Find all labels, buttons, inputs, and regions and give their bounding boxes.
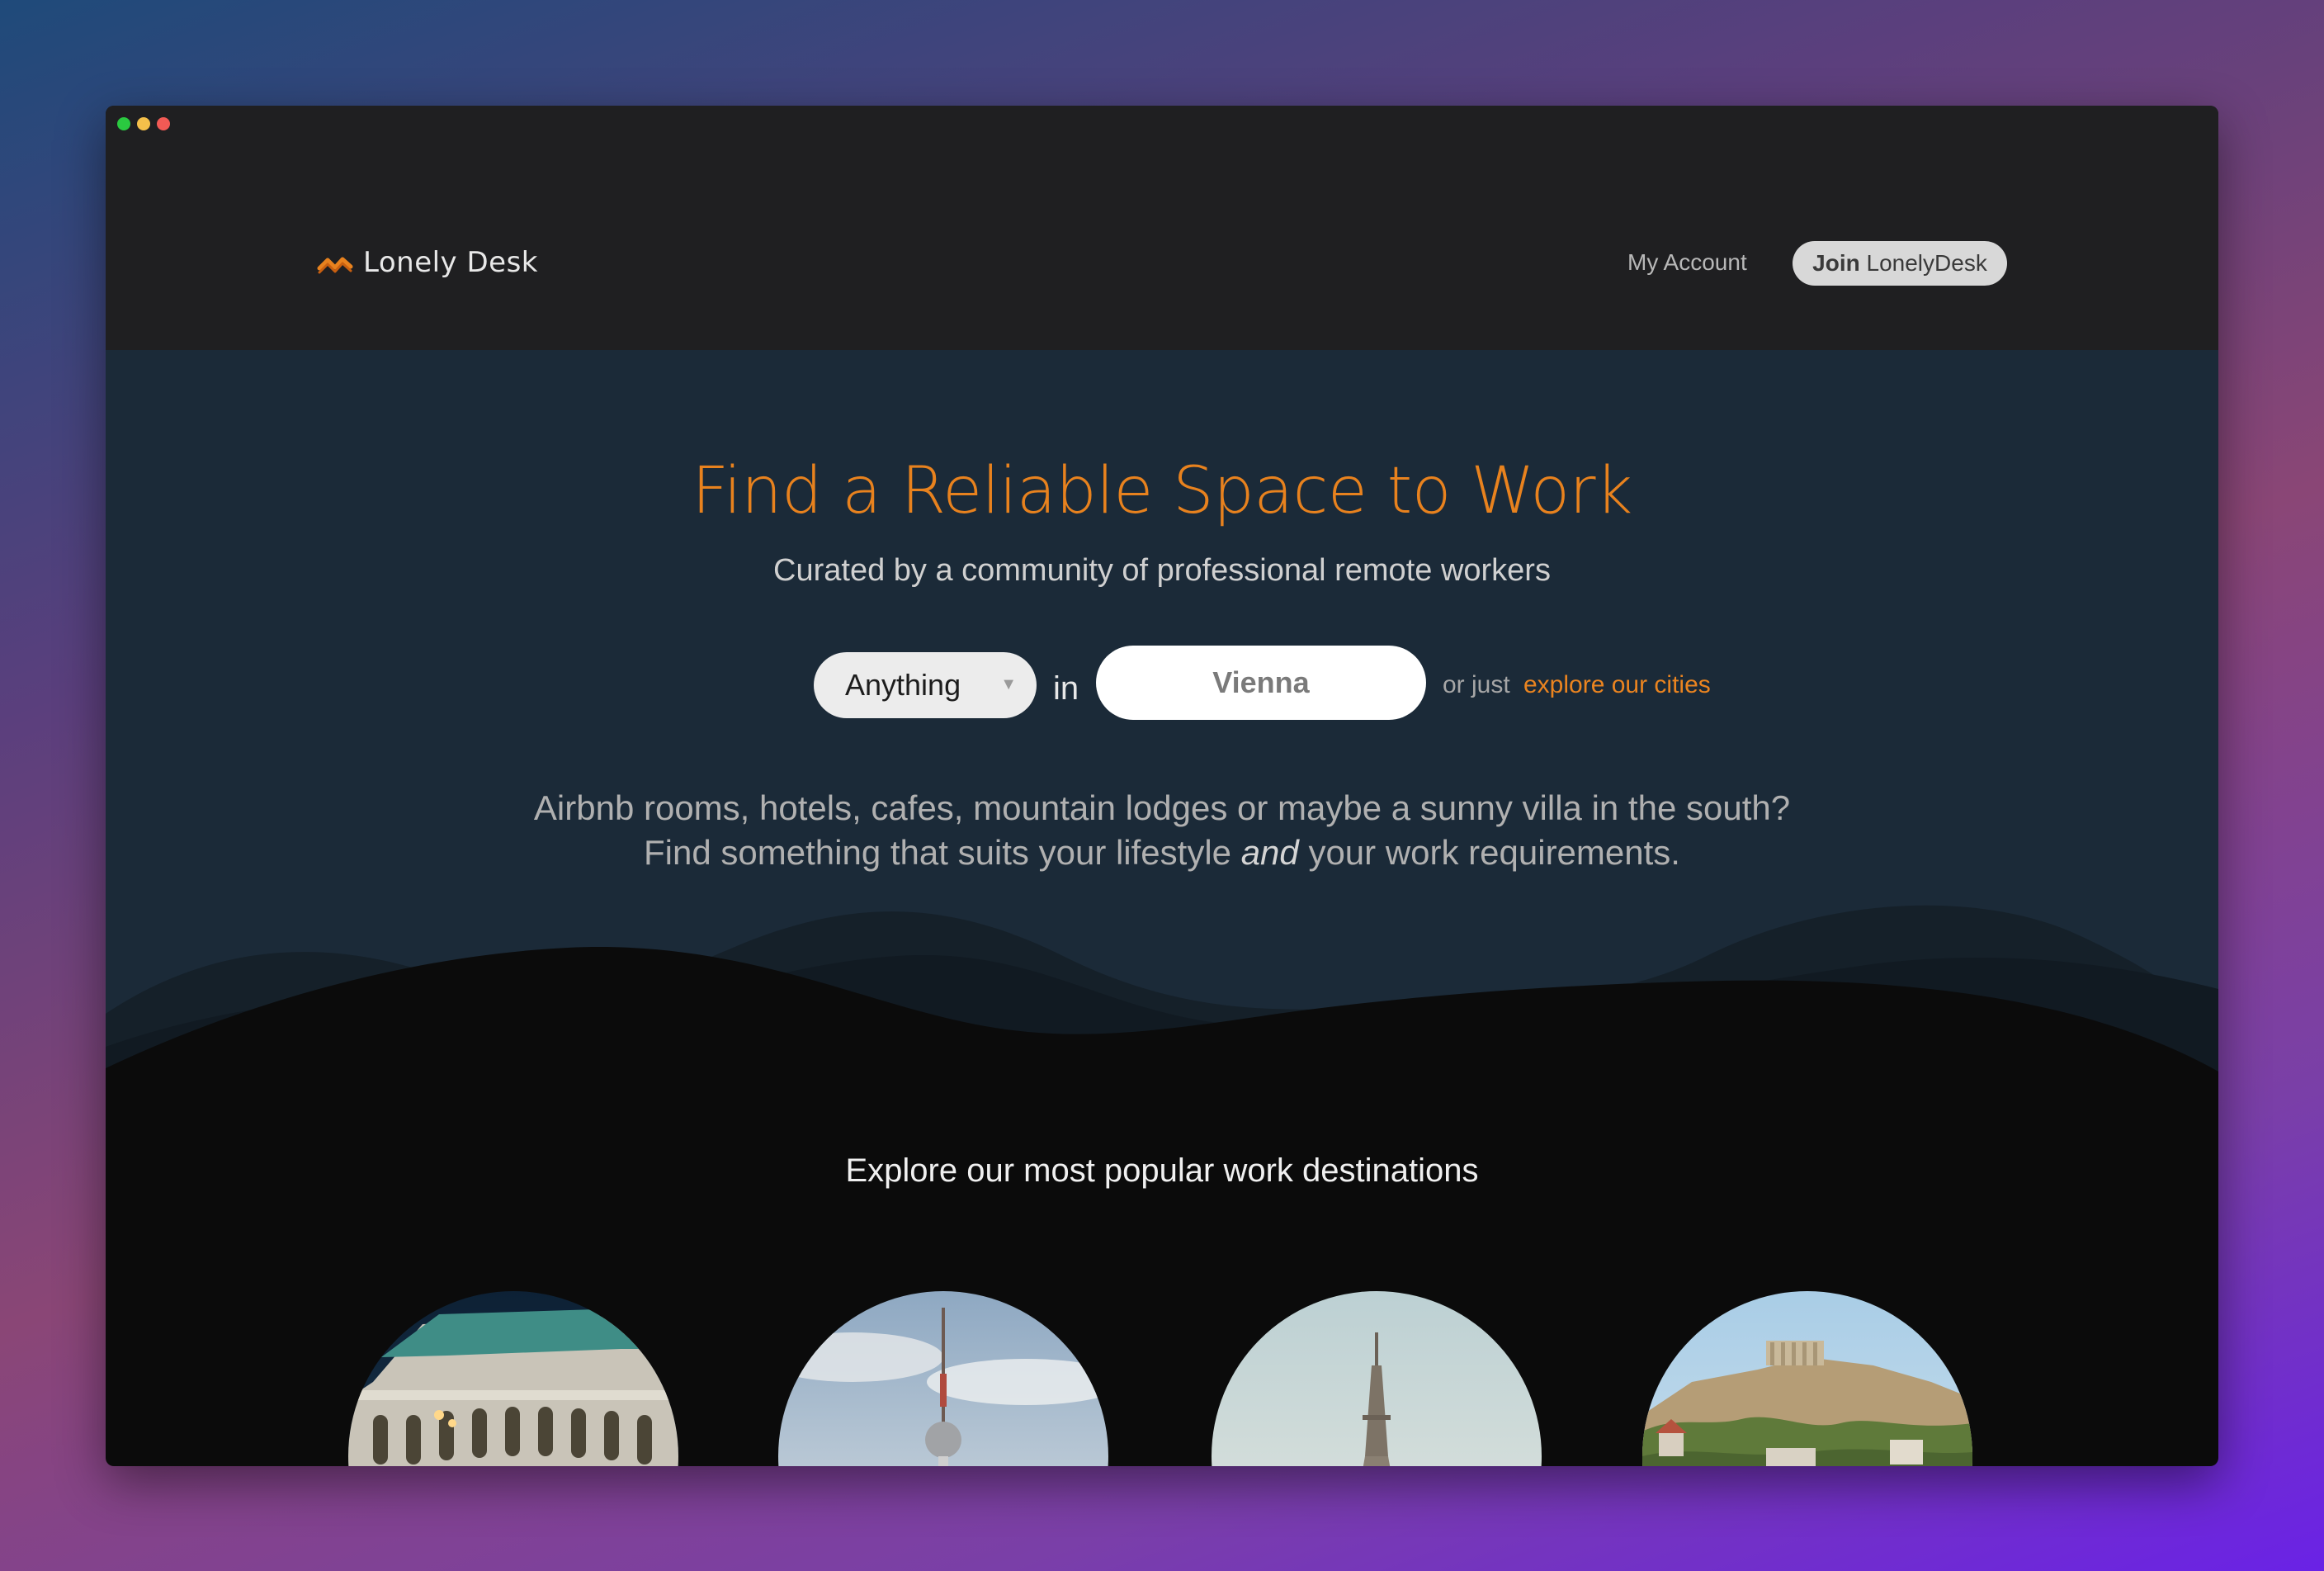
city-card-berlin[interactable] xyxy=(778,1291,1108,1466)
city-card-vienna[interactable] xyxy=(348,1291,678,1466)
explore-cities-link[interactable]: explore our cities xyxy=(1523,652,1711,718)
trend-zigzag-icon xyxy=(317,257,353,274)
window-minimize-button[interactable] xyxy=(137,117,150,130)
city-search-input[interactable] xyxy=(1096,646,1426,720)
hero-description: Airbnb rooms, hotels, cafes, mountain lo… xyxy=(106,786,2218,875)
space-type-value: Anything xyxy=(845,668,961,702)
city-card-athens[interactable] xyxy=(1642,1291,1972,1466)
berlin-tv-tower-image xyxy=(778,1291,1108,1466)
join-button[interactable]: Join LonelyDesk xyxy=(1793,241,2007,286)
hero-title: Find a Reliable Space to Work xyxy=(692,454,1632,528)
acropolis-image xyxy=(1642,1291,1972,1466)
eiffel-tower-image xyxy=(1212,1291,1542,1466)
chevron-down-icon: ▼ xyxy=(1000,675,1017,693)
my-account-link[interactable]: My Account xyxy=(1627,244,1747,281)
window-zoom-button[interactable] xyxy=(117,117,130,130)
browser-window: Lonely Desk My Account Join LonelyDesk F… xyxy=(106,106,2218,1466)
in-label: in xyxy=(1053,670,1079,707)
join-label-rest: LonelyDesk xyxy=(1866,250,1987,276)
title-bar xyxy=(106,106,2218,139)
city-card-paris[interactable] xyxy=(1212,1291,1542,1466)
brand-logo-link[interactable]: Lonely Desk xyxy=(317,244,538,281)
space-type-select[interactable]: Anything ▼ xyxy=(814,652,1037,718)
brand-name: Lonely Desk xyxy=(363,246,538,279)
hero-subtitle: Curated by a community of professional r… xyxy=(773,553,1551,588)
join-label-strong: Join xyxy=(1812,250,1860,276)
or-just-label: or just xyxy=(1443,671,1510,698)
destinations-title: Explore our most popular work destinatio… xyxy=(845,1152,1479,1189)
hero-description-line-1: Airbnb rooms, hotels, cafes, mountain lo… xyxy=(533,788,1791,827)
window-close-button[interactable] xyxy=(157,117,170,130)
vienna-opera-image xyxy=(348,1291,678,1466)
